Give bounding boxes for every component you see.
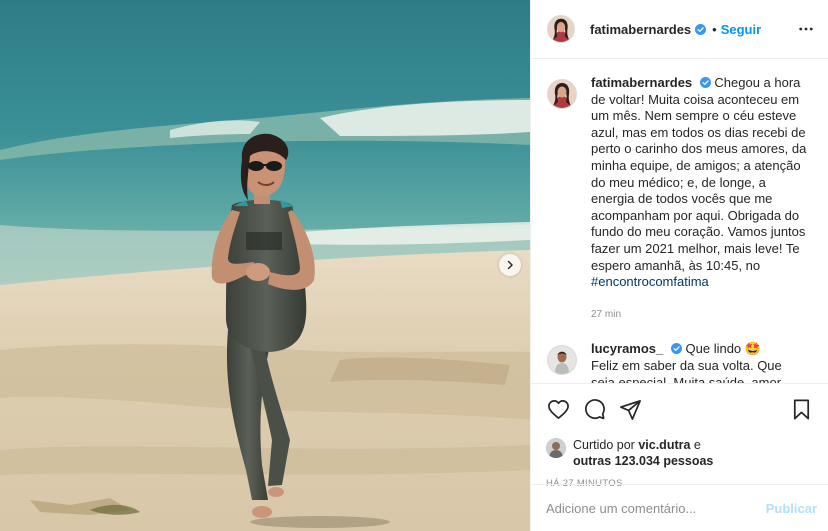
verified-icon [699,77,711,88]
action-icons [546,396,813,422]
liker-avatar[interactable] [546,438,566,458]
comments-section[interactable]: fatimabernardes Chegou a hora de voltar!… [531,59,828,383]
liker-picture [546,438,566,458]
avatar[interactable] [547,15,575,43]
more-options-button[interactable] [796,19,816,39]
comment-input[interactable] [546,500,766,516]
follow-button[interactable]: Seguir [721,22,761,37]
heart-icon [547,399,569,419]
share-button[interactable] [618,397,642,421]
separator-dot: • [712,21,717,37]
more-horizontal-icon [799,27,813,31]
avatar[interactable] [547,345,577,376]
carousel-next-button[interactable] [499,254,521,276]
chevron-right-icon [507,260,513,270]
commenter-picture [548,346,576,375]
likes-summary: Curtido por vic.dutra e outras 123.034 p… [546,437,813,469]
save-button[interactable] [789,397,813,421]
comment-icon [584,398,605,419]
caption: fatimabernardes Chegou a hora de voltar!… [547,75,812,323]
avatar[interactable] [547,79,577,109]
bookmark-icon [793,399,809,419]
liker-username[interactable]: vic.dutra [638,438,690,452]
like-button[interactable] [546,397,570,421]
likes-prefix: Curtido por [573,438,635,452]
add-comment-bar: Publicar [531,484,828,531]
verified-icon [695,23,707,35]
profile-picture [548,16,574,42]
username-link[interactable]: fatimabernardes [590,22,691,37]
post-photo[interactable] [0,0,530,531]
caption-text: Chegou a hora de voltar! Muita coisa aco… [591,75,807,273]
comment-username[interactable]: lucyramos_ [591,341,663,356]
post-actions: Curtido por vic.dutra e outras 123.034 p… [531,383,828,489]
caption-username[interactable]: fatimabernardes [591,75,692,90]
likes-count-link[interactable]: outras 123.034 pessoas [573,454,713,468]
share-icon [619,399,641,420]
profile-picture [548,80,576,108]
post-header: fatimabernardes • Seguir [531,0,828,59]
caption-time[interactable]: 27 min [591,307,807,324]
beach-photo [0,0,530,531]
hashtag-link[interactable]: #encontrocomfatima [591,274,709,289]
comment-item: lucyramos_ Que lindo 🤩 Feliz em saber da… [547,341,812,383]
verified-icon [670,343,682,355]
publish-button[interactable]: Publicar [766,501,817,516]
likes-conjunction: e [693,438,701,452]
comment-button[interactable] [582,397,606,421]
post-sidebar: fatimabernardes • Seguir fatimabernardes… [530,0,828,531]
